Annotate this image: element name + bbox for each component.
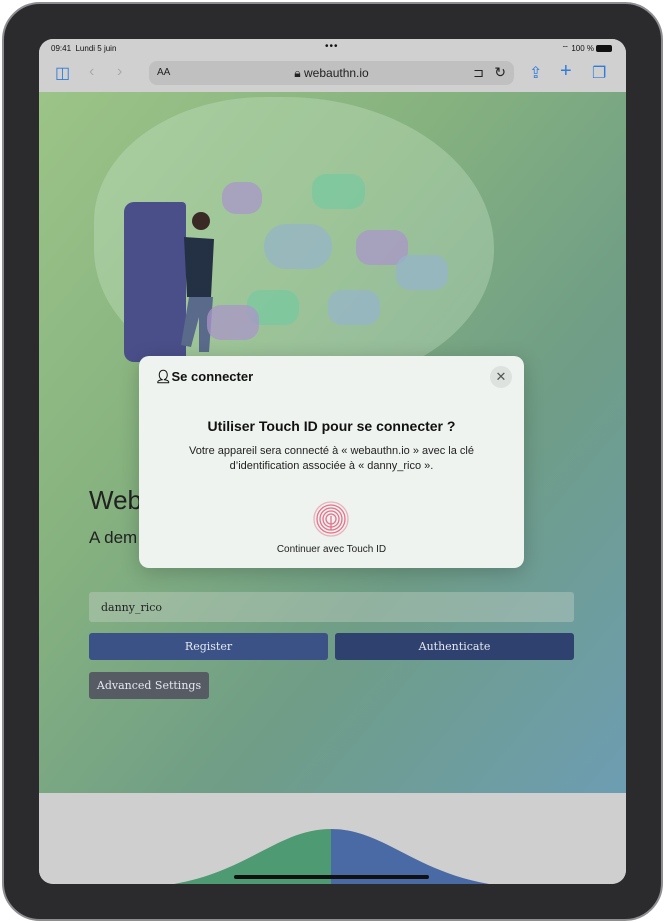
bell-curve-illustration [174, 829, 489, 884]
home-indicator [234, 875, 429, 879]
page-subtitle: A dem [89, 528, 138, 547]
wifi-icon: ⌔ [561, 44, 570, 53]
address-bar[interactable]: AA 🔒︎ webauthn.io ⊐ ↻ [149, 61, 514, 85]
share-icon[interactable]: ⇪ [529, 63, 542, 83]
fingerprint-icon[interactable] [312, 500, 350, 538]
calendar-bubble-icon [222, 182, 262, 214]
status-time: 09:41 Lundi 5 juin [51, 44, 117, 53]
window-bubble-icon [312, 174, 365, 209]
sidebar-icon[interactable]: ◫ [55, 63, 70, 83]
close-icon: ✕ [495, 369, 507, 384]
close-button[interactable]: ✕ [490, 366, 512, 388]
continue-touch-id-button[interactable]: Continuer avec Touch ID [139, 544, 524, 555]
page-title: Web [89, 485, 142, 515]
dialog-question: Utiliser Touch ID pour se connecter ? [207, 418, 456, 434]
screen: 09:41 Lundi 5 juin ••• ⌔ 100 % ◫ ‹ › AA … [39, 39, 626, 884]
battery-icon [596, 45, 612, 53]
dialog-message: Votre appareil sera connecté à « webauth… [189, 445, 474, 472]
multitasking-dots[interactable]: ••• [325, 41, 339, 52]
lock-icon: 🔒︎ [294, 66, 301, 80]
url-text[interactable]: 🔒︎ webauthn.io [149, 66, 514, 81]
authenticate-button[interactable]: Authenticate [335, 633, 574, 660]
username-input[interactable]: danny_rico [89, 592, 574, 622]
advanced-settings-button[interactable]: Advanced Settings [89, 672, 209, 699]
photo-bubble-icon [396, 255, 448, 290]
status-right: ⌔ 100 % [562, 44, 612, 54]
status-bar: 09:41 Lundi 5 juin ••• ⌔ 100 % [39, 39, 626, 58]
browser-toolbar: ◫ ‹ › AA 🔒︎ webauthn.io ⊐ ↻ ⇪ + ❐ [39, 58, 626, 92]
lower-section [39, 793, 626, 884]
passkey-sign-in-dialog: 👤︎Se connecter ✕ Utiliser Touch ID pour … [139, 356, 524, 568]
mail-bubble-icon [264, 224, 332, 269]
register-button[interactable]: Register [89, 633, 328, 660]
extension-icon[interactable]: ⊐ [473, 65, 484, 81]
new-tab-icon[interactable]: + [560, 60, 572, 83]
back-icon[interactable]: ‹ [89, 63, 94, 81]
dialog-title: 👤︎Se connecter [155, 369, 254, 384]
tabs-icon[interactable]: ❐ [592, 63, 606, 83]
folder-bubble-icon [328, 290, 380, 325]
person-key-icon: 👤︎ [155, 369, 172, 384]
forward-icon[interactable]: › [117, 63, 122, 81]
chart-bubble-icon [207, 305, 259, 340]
reload-icon[interactable]: ↻ [494, 64, 506, 81]
